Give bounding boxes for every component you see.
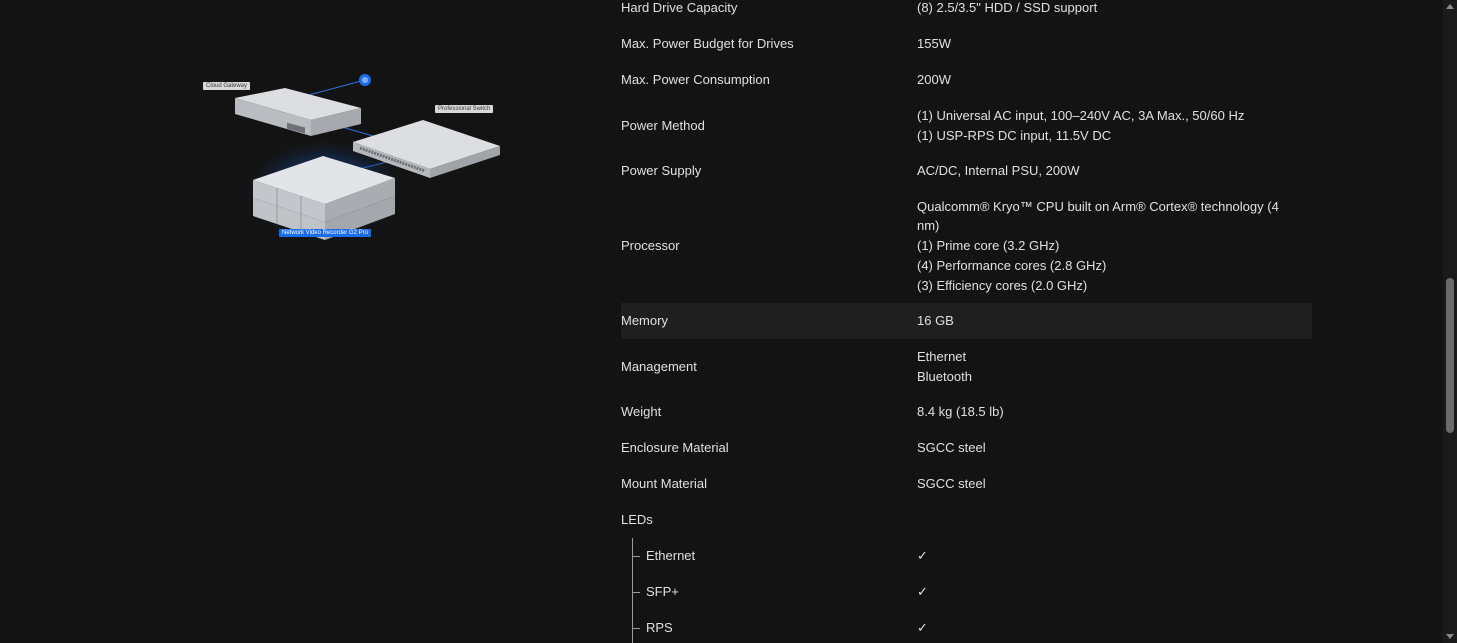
spec-value: SGCC steel	[917, 476, 986, 492]
spec-label: SFP+	[646, 584, 679, 600]
spec-value-line: Qualcomm® Kryo™ CPU built on Arm® Cortex…	[917, 198, 1279, 214]
spec-value: (8) 2.5/3.5" HDD / SSD support	[917, 0, 1098, 16]
scrollbar-thumb[interactable]	[1446, 278, 1454, 433]
spec-label: LEDs	[621, 512, 653, 528]
spec-row-mount-material: Mount Material SGCC steel	[621, 466, 1312, 502]
spec-value: 200W	[917, 72, 951, 88]
spec-value-line: (1) Universal AC input, 100–240V AC, 3A …	[917, 107, 1245, 123]
spec-row-weight: Weight 8.4 kg (18.5 lb)	[621, 394, 1312, 430]
spec-row-max-power-budget: Max. Power Budget for Drives 155W	[621, 26, 1312, 62]
spec-row-leds: LEDs	[621, 502, 1312, 538]
spec-label: Processor	[621, 238, 680, 254]
spec-value-line: Ethernet	[917, 348, 967, 364]
spec-label: RPS	[646, 620, 673, 636]
product-topology-illustration: Cloud Gateway Professional Switch Networ…	[195, 70, 515, 245]
spec-label: Management	[621, 358, 697, 374]
tree-tick	[632, 592, 640, 593]
spec-row-management: Management Ethernet Bluetooth	[621, 339, 1312, 394]
spec-value-line: (4) Performance cores (2.8 GHz)	[917, 257, 1107, 273]
spec-row-power-method: Power Method (1) Universal AC input, 100…	[621, 98, 1312, 153]
spec-row-processor: Processor Qualcomm® Kryo™ CPU built on A…	[621, 189, 1312, 303]
spec-label: Hard Drive Capacity	[621, 0, 738, 16]
spec-value-line: (3) Efficiency cores (2.0 GHz)	[917, 277, 1088, 293]
spec-value: AC/DC, Internal PSU, 200W	[917, 163, 1080, 179]
spec-value-line: nm)	[917, 218, 940, 234]
check-icon: ✓	[917, 548, 928, 564]
spec-value: 16 GB	[917, 313, 954, 329]
cloud-gateway-tag: Cloud Gateway	[203, 82, 251, 90]
spec-label: Power Supply	[621, 163, 702, 179]
check-icon: ✓	[917, 620, 928, 636]
tree-tick	[632, 628, 640, 629]
spec-subrow-led-rps: RPS ✓	[621, 610, 1312, 643]
spec-value: Ethernet Bluetooth	[917, 347, 1312, 386]
professional-switch-tag: Professional Switch	[435, 105, 494, 113]
spec-row-max-power-consumption: Max. Power Consumption 200W	[621, 62, 1312, 98]
spec-value-line: (1) Prime core (3.2 GHz)	[917, 238, 1060, 254]
tree-line	[632, 610, 633, 643]
topology-graphic	[235, 74, 500, 245]
spec-label: Max. Power Budget for Drives	[621, 36, 794, 52]
check-icon: ✓	[917, 584, 928, 600]
spec-value: (1) Universal AC input, 100–240V AC, 3A …	[917, 106, 1312, 145]
spec-label: Max. Power Consumption	[621, 72, 770, 88]
spec-value-line: (1) USP-RPS DC input, 11.5V DC	[917, 127, 1112, 143]
scroll-down-icon[interactable]	[1446, 634, 1454, 639]
spec-subrow-led-ethernet: Ethernet ✓	[621, 538, 1312, 574]
page-scrollbar[interactable]	[1443, 0, 1457, 643]
spec-value: 8.4 kg (18.5 lb)	[917, 404, 1004, 420]
spec-label: Ethernet	[646, 548, 696, 564]
spec-label: Mount Material	[621, 476, 707, 492]
spec-row-hard-drive-capacity: Hard Drive Capacity (8) 2.5/3.5" HDD / S…	[621, 0, 1312, 26]
spec-label: Enclosure Material	[621, 440, 729, 456]
spec-row-power-supply: Power Supply AC/DC, Internal PSU, 200W	[621, 153, 1312, 189]
spec-row-enclosure-material: Enclosure Material SGCC steel	[621, 430, 1312, 466]
spec-row-memory: Memory 16 GB	[621, 303, 1312, 339]
spec-label: Weight	[621, 404, 662, 420]
specifications-table: Hard Drive Capacity (8) 2.5/3.5" HDD / S…	[621, 0, 1312, 643]
tree-tick	[632, 556, 640, 557]
spec-value: 155W	[917, 36, 951, 52]
spec-label: Power Method	[621, 117, 705, 133]
spec-label: Memory	[621, 313, 668, 329]
page: Cloud Gateway Professional Switch Networ…	[0, 0, 1457, 643]
spec-value-line: Bluetooth	[917, 368, 972, 384]
spec-subrow-led-sfp: SFP+ ✓	[621, 574, 1312, 610]
nvr-tag: Network Video Recorder G2 Pro	[279, 229, 371, 237]
scroll-up-icon[interactable]	[1446, 4, 1454, 9]
spec-value: Qualcomm® Kryo™ CPU built on Arm® Cortex…	[917, 197, 1312, 296]
spec-value: SGCC steel	[917, 440, 986, 456]
